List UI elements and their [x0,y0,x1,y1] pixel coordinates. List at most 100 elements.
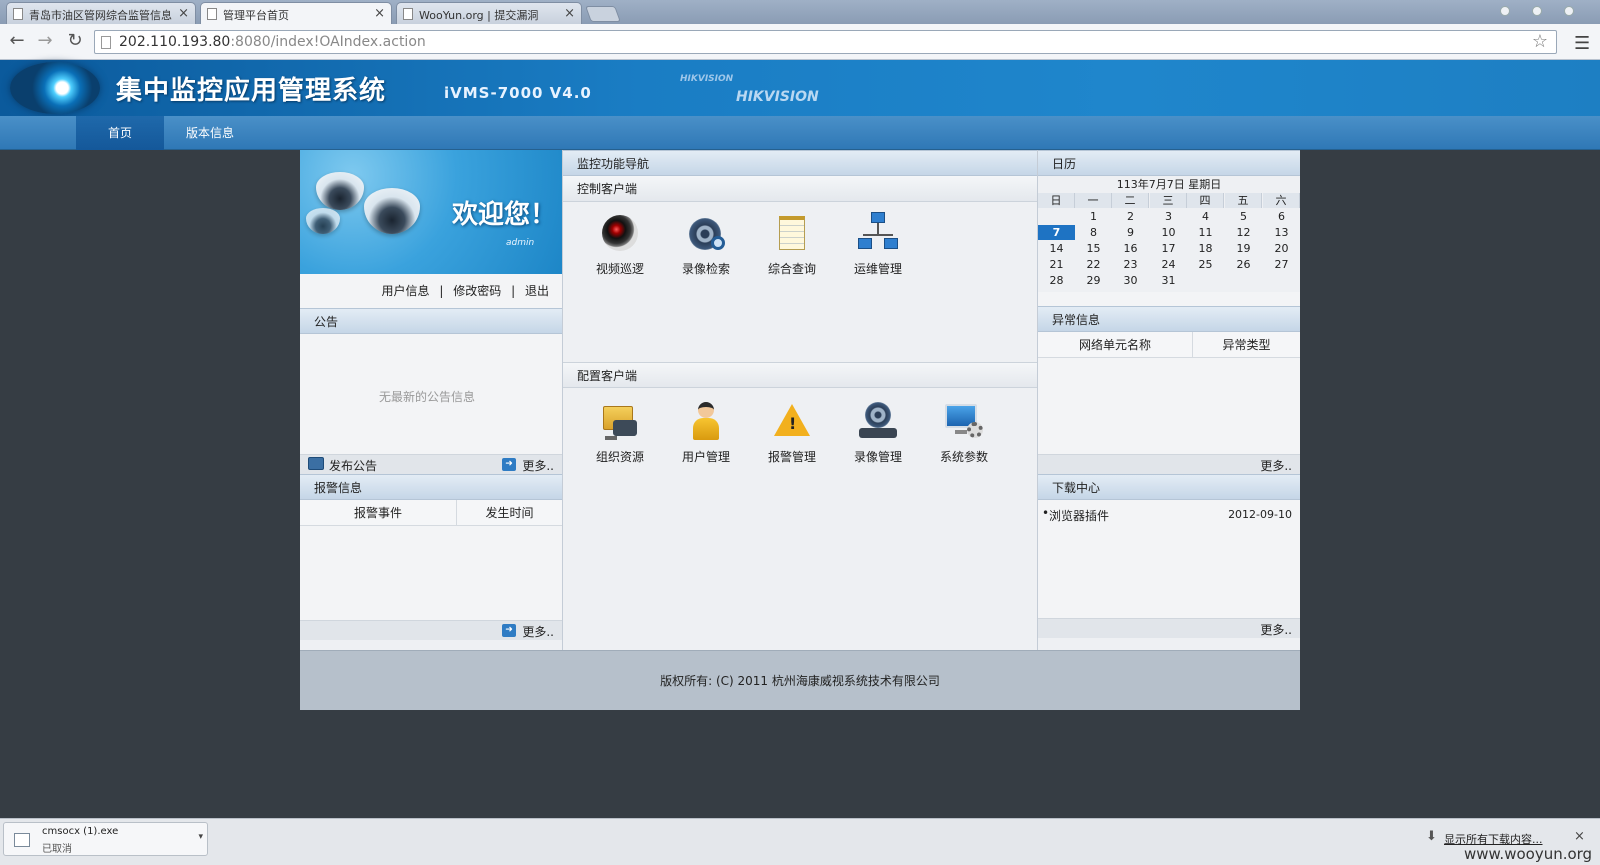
nav-home[interactable]: 首页 [76,116,164,150]
alarm-footer: ➜ 更多.. [300,620,562,640]
calendar-day[interactable]: 18 [1187,241,1224,256]
alarm-more-link[interactable]: 更多.. [522,623,554,640]
calendar-day[interactable]: 25 [1187,257,1224,272]
notice-more-link[interactable]: 更多.. [522,457,554,474]
new-tab-button[interactable] [585,6,621,22]
calendar-day[interactable]: 22 [1075,257,1112,272]
list-item[interactable]: • 浏览器插件 2012-09-10 [1038,506,1300,524]
more-arrow-icon[interactable]: ➜ [502,624,516,637]
publish-notice-icon[interactable] [308,457,324,470]
calendar-day[interactable]: 11 [1187,225,1224,240]
url-text: 202.110.193.80:8080/index!OAIndex.action [119,34,426,50]
calendar-day [1225,273,1262,288]
more-arrow-icon[interactable]: ➜ [502,458,516,471]
close-window-button[interactable] [1564,6,1574,16]
org-resources-label: 组织资源 [595,450,644,464]
left-column: 欢迎您！ admin 用户信息 | 修改密码 | 退出 公告 无最新的公告信息 … [300,150,562,650]
calendar-day[interactable]: 23 [1112,257,1149,272]
calendar-day[interactable]: 29 [1075,273,1112,288]
exception-more-link[interactable]: 更多.. [1260,457,1292,474]
calendar-day[interactable]: 1 [1075,209,1112,224]
tab-close-icon[interactable]: × [374,6,385,21]
calendar-day[interactable]: 15 [1075,241,1112,256]
star-icon[interactable]: ☆ [1532,31,1548,52]
forward-arrow-icon[interactable]: → [34,31,56,51]
browser-tab-active[interactable]: 管理平台首页 × [200,2,392,24]
tab-title: 管理平台首页 [223,9,289,22]
tab-close-icon[interactable]: × [178,6,189,21]
calendar-day[interactable]: 27 [1263,257,1300,272]
publish-notice-link[interactable]: 发布公告 [329,457,377,474]
page-footer: 版权所有: (C) 2011 杭州海康威视系统技术有限公司 [300,650,1300,710]
reload-icon[interactable]: ↻ [64,31,86,51]
calendar-day [1038,209,1075,224]
calendar-day[interactable]: 3 [1150,209,1187,224]
column-header-exception-type[interactable]: 异常类型 [1193,332,1300,358]
close-download-bar-icon[interactable]: × [1574,829,1585,844]
calendar-day[interactable]: 24 [1150,257,1187,272]
config-client-title: 配置客户端 [577,369,638,383]
combined-query-label: 综合查询 [767,262,816,276]
exception-panel-header: 异常信息 [1038,306,1300,332]
calendar-day[interactable]: 4 [1187,209,1224,224]
download-item[interactable]: cmsocx (1).exe 已取消 ▾ [3,822,208,856]
alarm-management-button[interactable]: ! 报警管理 [757,400,827,465]
minimize-window-button[interactable] [1500,6,1510,16]
download-item-date: 2012-09-10 [1228,508,1292,521]
calendar-day[interactable]: 31 [1150,273,1187,288]
column-header-network-unit[interactable]: 网络单元名称 [1038,332,1193,358]
download-file-name: cmsocx (1).exe [42,826,119,837]
brand-logo: HIKVISION [736,89,819,105]
calendar-day[interactable]: 21 [1038,257,1075,272]
download-item-name[interactable]: 浏览器插件 [1049,507,1109,524]
maximize-window-button[interactable] [1532,6,1542,16]
user-management-label: 用户管理 [681,450,730,464]
file-exe-icon [14,833,30,847]
calendar-day [1263,273,1300,288]
calendar-day[interactable]: 26 [1225,257,1262,272]
notice-panel-header: 公告 [300,308,562,334]
calendar-day[interactable]: 10 [1150,225,1187,240]
calendar-day[interactable]: 19 [1225,241,1262,256]
combined-query-button[interactable]: 综合查询 [757,212,827,277]
calendar-day[interactable]: 14 [1038,241,1075,256]
calendar-day[interactable]: 30 [1112,273,1149,288]
calendar-day[interactable]: 2 [1112,209,1149,224]
calendar-day[interactable]: 28 [1038,273,1075,288]
calendar-day[interactable]: 9 [1112,225,1149,240]
address-bar[interactable]: 202.110.193.80:8080/index!OAIndex.action… [94,30,1557,54]
column-header-time[interactable]: 发生时间 [457,500,562,526]
column-header-alarm-event[interactable]: 报警事件 [300,500,457,526]
tab-close-icon[interactable]: × [564,6,575,21]
calendar-day[interactable]: 6 [1263,209,1300,224]
camera-dome-icon [364,188,420,234]
org-resources-button[interactable]: 组织资源 [585,400,655,465]
ops-management-button[interactable]: 运维管理 [843,212,913,277]
menu-icon[interactable]: ☰ [1574,33,1590,54]
calendar-day[interactable]: 5 [1225,209,1262,224]
change-password-link[interactable]: 修改密码 [453,284,501,298]
system-params-button[interactable]: 系统参数 [929,400,999,465]
app-title: 集中监控应用管理系统 [116,76,387,106]
calendar-week-row: 28 29 30 31 [1038,273,1300,288]
user-info-link[interactable]: 用户信息 [382,284,430,298]
logout-link[interactable]: 退出 [525,284,549,298]
calendar-day[interactable]: 16 [1112,241,1149,256]
browser-tab[interactable]: WooYun.org | 提交漏洞 × [396,2,582,24]
back-arrow-icon[interactable]: ← [6,31,28,51]
calendar-day[interactable]: 17 [1150,241,1187,256]
user-management-button[interactable]: 用户管理 [671,400,741,465]
download-center-more-link[interactable]: 更多.. [1260,621,1292,638]
video-patrol-button[interactable]: 视频巡逻 [585,212,655,277]
browser-tab[interactable]: 青岛市油区管网综合监管信息 × [6,2,196,24]
chevron-down-icon[interactable]: ▾ [198,832,203,842]
film-reel-icon [857,400,899,442]
calendar-day[interactable]: 13 [1263,225,1300,240]
calendar-day[interactable]: 12 [1225,225,1262,240]
nav-version-info[interactable]: 版本信息 [166,116,254,150]
calendar-day[interactable]: 8 [1075,225,1112,240]
recording-search-button[interactable]: 录像检索 [671,212,741,277]
recording-management-button[interactable]: 录像管理 [843,400,913,465]
calendar-day[interactable]: 20 [1263,241,1300,256]
calendar-day-today[interactable]: 7 [1038,225,1075,240]
